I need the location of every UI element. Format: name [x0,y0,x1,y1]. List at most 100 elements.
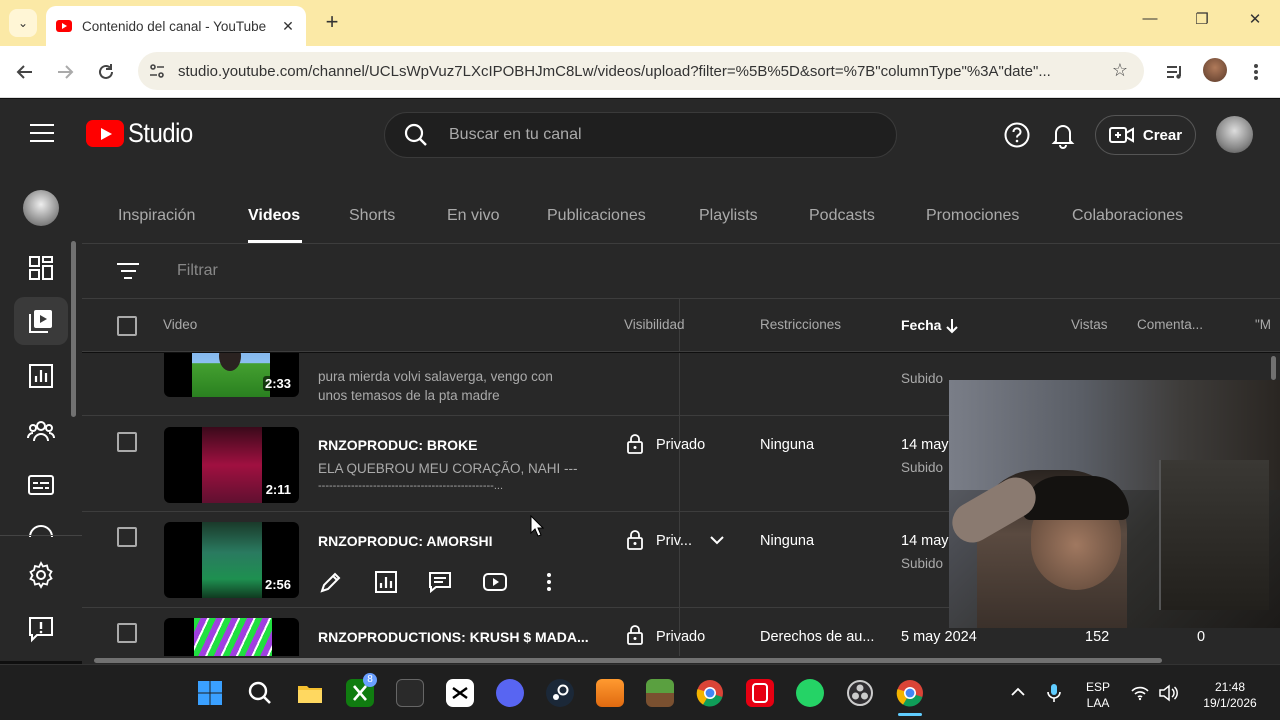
tab-search-dropdown-icon[interactable]: ⌄ [9,9,37,37]
community-icon[interactable] [26,416,56,446]
video-title[interactable]: RNZOPRODUCTIONS: KRUSH $ MADA... [318,629,589,645]
browser-tab-strip: ⌄ Contenido del canal - YouTube ✕ + — ❐ … [0,0,1280,46]
discord-icon[interactable] [496,679,524,707]
video-title[interactable]: RNZOPRODUC: BROKE [318,437,477,453]
minecraft-icon[interactable] [646,679,674,707]
whatsapp-icon[interactable] [796,679,824,707]
help-icon[interactable] [1003,121,1031,149]
chevron-down-icon[interactable] [710,535,724,545]
chrome-profile-icon[interactable] [896,679,924,707]
content-icon[interactable] [26,306,56,336]
video-thumbnail[interactable]: 2:11 [164,427,299,503]
video-thumbnail[interactable]: 2:33 [164,353,299,397]
rail-channel-avatar[interactable] [23,190,59,226]
more-options-icon[interactable] [536,569,562,595]
horizontal-scrollbar-thumb[interactable] [94,658,1162,663]
tab-colaboraciones[interactable]: Colaboraciones [1072,207,1183,225]
comments-icon[interactable] [427,569,453,595]
visibility-value[interactable]: Privado [656,437,705,453]
col-date[interactable]: Fecha [901,317,941,333]
subtitles-icon[interactable] [26,470,56,500]
xbox-icon[interactable]: 8 [346,673,377,707]
filter-input[interactable]: Filtrar [177,262,218,280]
horizontal-scrollbar[interactable] [82,656,1280,664]
restrictions-value[interactable]: Derechos de au... [760,629,874,645]
clock[interactable]: 21:48 19/1/2026 [1190,679,1270,711]
back-icon[interactable] [12,59,38,85]
tab-podcasts[interactable]: Podcasts [809,207,875,225]
file-explorer-icon[interactable] [296,679,324,707]
col-restrictions[interactable]: Restricciones [760,317,841,332]
channel-search-input[interactable]: Buscar en tu canal [384,112,897,158]
row-checkbox[interactable] [117,432,137,452]
filter-icon[interactable] [116,263,140,284]
capcut-icon[interactable] [446,679,474,707]
col-visibility[interactable]: Visibilidad [624,317,685,332]
create-button[interactable]: Crear [1095,115,1196,155]
sort-down-arrow-icon[interactable] [945,318,959,334]
fl-studio-icon[interactable] [596,679,624,707]
video-title[interactable]: RNZOPRODUC: AMORSHI [318,533,492,549]
browser-menu-icon[interactable] [1243,59,1269,85]
obs-icon[interactable] [846,679,874,707]
close-window-button[interactable]: ✕ [1240,10,1270,28]
analytics-icon[interactable] [373,569,399,595]
chrome-icon[interactable] [696,679,724,707]
studio-logo[interactable]: Studio [86,118,202,149]
tab-promociones[interactable]: Promociones [926,207,1019,225]
media-control-icon[interactable] [1162,59,1188,85]
bookmark-star-icon[interactable]: ☆ [1112,60,1128,81]
col-comments[interactable]: Comenta... [1137,317,1203,332]
tray-overflow-chevron-icon[interactable] [1011,687,1025,697]
channel-avatar[interactable] [1216,116,1253,153]
wifi-icon[interactable] [1131,685,1149,701]
epic-games-icon[interactable] [396,679,424,707]
active-app-indicator [898,713,922,716]
tab-en-vivo[interactable]: En vivo [447,207,499,225]
col-likes[interactable]: "M [1255,317,1271,332]
video-thumbnail[interactable] [164,618,299,658]
analytics-icon[interactable] [26,361,56,391]
minimize-button[interactable]: — [1135,10,1165,27]
steam-icon[interactable] [546,679,574,707]
tab-shorts[interactable]: Shorts [349,207,395,225]
tab-playlists[interactable]: Playlists [699,207,758,225]
forward-icon[interactable] [52,59,78,85]
select-all-checkbox[interactable] [117,316,137,336]
dashboard-icon[interactable] [26,253,56,283]
site-info-icon[interactable] [148,62,166,80]
browser-profile-avatar[interactable] [1203,58,1227,82]
microphone-icon[interactable] [1046,683,1062,703]
reload-icon[interactable] [93,59,119,85]
url-text[interactable]: studio.youtube.com/channel/UCLsWpVuz7LXc… [178,63,1088,80]
windows-start-icon[interactable] [196,679,224,707]
visibility-value[interactable]: Privado [656,629,705,645]
rail-scrollbar[interactable] [71,241,76,417]
volume-icon[interactable] [1158,684,1178,702]
table-vertical-scrollbar[interactable] [1271,356,1276,380]
tab-publicaciones[interactable]: Publicaciones [547,207,646,225]
tab-close-icon[interactable]: ✕ [278,18,298,35]
row-checkbox[interactable] [117,527,137,547]
notifications-bell-icon[interactable] [1049,121,1077,149]
address-bar[interactable]: studio.youtube.com/channel/UCLsWpVuz7LXc… [138,52,1144,90]
video-description-line2: ----------------------------------------… [318,480,503,492]
feedback-icon[interactable] [26,614,56,644]
restore-button[interactable]: ❐ [1187,10,1217,28]
language-indicator[interactable]: ESP LAA [1082,679,1114,711]
nintendo-switch-icon[interactable] [746,679,774,707]
visibility-dropdown[interactable]: Priv... [656,533,692,549]
col-views[interactable]: Vistas [1071,317,1108,332]
browser-tab[interactable]: Contenido del canal - YouTube ✕ [46,6,306,46]
tab-videos[interactable]: Videos [248,207,300,225]
taskbar-search-icon[interactable] [246,679,274,707]
settings-gear-icon[interactable] [26,560,56,590]
row-checkbox[interactable] [117,623,137,643]
youtube-watch-icon[interactable] [482,569,508,595]
video-duration: 2:11 [263,482,293,497]
hamburger-menu-icon[interactable] [30,124,54,148]
tab-inspiracion[interactable]: Inspiración [118,207,195,225]
video-thumbnail[interactable]: 2:56 [164,522,299,598]
edit-pencil-icon[interactable] [318,569,344,595]
new-tab-button[interactable]: + [320,9,344,37]
